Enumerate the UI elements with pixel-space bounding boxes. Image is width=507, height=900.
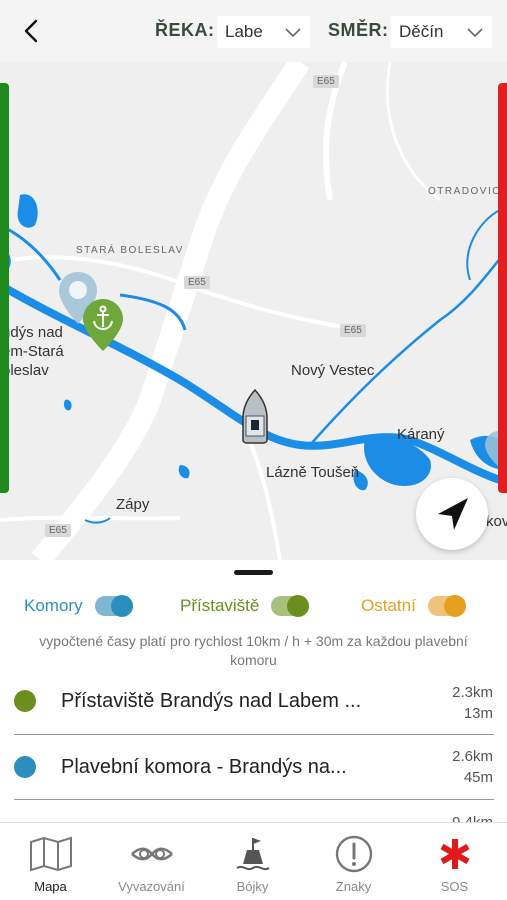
road-badge-e65: E65 bbox=[340, 324, 366, 337]
list-item-meta: 9.4km bbox=[452, 812, 493, 822]
list-item[interactable]: 9.4km bbox=[0, 799, 507, 822]
list-item-time: 13m bbox=[463, 705, 493, 722]
map-label-stara-boleslav: STARÁ BOLESLAV bbox=[76, 245, 184, 256]
filter-row: Komory Přístaviště Ostatní bbox=[0, 595, 507, 622]
river-select[interactable]: Labe bbox=[217, 16, 310, 48]
tab-bojky[interactable]: Bójky bbox=[202, 823, 303, 900]
knot-icon bbox=[130, 847, 173, 861]
back-button[interactable] bbox=[16, 16, 46, 46]
tab-label: Znaky bbox=[335, 879, 372, 894]
map-label-brandys-1: ndýs nad bbox=[2, 324, 63, 341]
sos-asterisk-icon bbox=[440, 839, 469, 869]
list-item-name: Plavební komora - Brandýs na... bbox=[61, 756, 347, 778]
navigation-arrow-icon bbox=[438, 498, 468, 530]
direction-label: SMĚR: bbox=[328, 20, 389, 40]
boat-icon bbox=[242, 388, 268, 444]
anchor-pin-icon[interactable] bbox=[81, 297, 125, 353]
toggle-knob bbox=[287, 595, 310, 617]
tab-sos[interactable]: SOS bbox=[404, 823, 505, 900]
filter-label-pristaviste: Přístaviště bbox=[180, 596, 260, 615]
top-header: ŘEKA: Labe SMĚR: Děčín bbox=[0, 0, 507, 62]
toggle-knob bbox=[443, 595, 466, 617]
river-label: ŘEKA: bbox=[155, 20, 215, 40]
tab-label: Bójky bbox=[236, 879, 269, 894]
toggle-knob bbox=[110, 595, 133, 617]
chevron-down-icon bbox=[285, 28, 301, 38]
map-icon bbox=[29, 836, 72, 872]
filter-label-ostatni: Ostatní bbox=[361, 596, 416, 615]
tab-label: Mapa bbox=[34, 879, 67, 894]
speed-note: vypočtené časy platí pro rychlost 10km /… bbox=[39, 633, 468, 668]
filter-pristaviste[interactable]: Přístaviště bbox=[180, 595, 310, 617]
list-item-distance: 2.6km bbox=[452, 748, 493, 765]
map-label-karany: Káraný bbox=[397, 426, 445, 443]
map-label-novy-vestec: Nový Vestec bbox=[291, 362, 375, 379]
tab-znaky[interactable]: Znaky bbox=[303, 823, 404, 900]
map-label-brandys-2: em-Stará bbox=[2, 343, 64, 360]
toggle-ostatni[interactable] bbox=[427, 595, 466, 617]
pristaviste-dot-icon bbox=[14, 690, 36, 712]
filter-komory[interactable]: Komory bbox=[24, 595, 133, 617]
list-item-name: Přístaviště Brandýs nad Labem ... bbox=[61, 690, 362, 712]
right-bank-indicator bbox=[498, 83, 507, 493]
toggle-pristaviste[interactable] bbox=[271, 595, 310, 617]
chevron-left-icon bbox=[24, 19, 38, 43]
left-bank-indicator bbox=[0, 83, 9, 493]
list-item-distance: 2.3km bbox=[452, 684, 493, 701]
map-label-zapy: Zápy bbox=[116, 496, 150, 513]
map-label-brandys-3: oleslav bbox=[2, 362, 49, 379]
tab-label: Vyvazování bbox=[118, 879, 185, 894]
list-item-time: 45m bbox=[463, 769, 493, 786]
list-item[interactable]: Přístaviště Brandýs nad Labem ... 2.3km … bbox=[0, 670, 507, 734]
road-badge-e65: E65 bbox=[45, 524, 71, 537]
map-label-kov: kov bbox=[486, 513, 507, 530]
tab-label: SOS bbox=[440, 879, 469, 894]
map-label-lazne-tousen: Lázně Toušeň bbox=[266, 464, 360, 481]
tab-mapa[interactable]: Mapa bbox=[0, 823, 101, 900]
sheet-drag-handle[interactable] bbox=[234, 570, 273, 575]
filter-ostatni[interactable]: Ostatní bbox=[361, 595, 466, 617]
alert-circle-icon bbox=[335, 835, 372, 873]
road-badge-e65: E65 bbox=[313, 75, 339, 88]
chevron-down-icon bbox=[467, 28, 483, 38]
direction-select[interactable]: Děčín bbox=[391, 16, 492, 48]
list-item-meta: 2.6km 45m bbox=[452, 746, 493, 788]
list-item[interactable]: Plavební komora - Brandýs na... 2.6km 45… bbox=[0, 734, 507, 798]
toggle-komory[interactable] bbox=[94, 595, 133, 617]
river-select-value: Labe bbox=[225, 22, 263, 41]
bottom-sheet: Komory Přístaviště Ostatní vypočtené čas… bbox=[0, 560, 507, 822]
road-badge-e65: E65 bbox=[184, 276, 210, 289]
bottom-tab-bar: Mapa Vyvazování Bójky Znaky SOS bbox=[0, 822, 507, 900]
komora-dot-icon bbox=[14, 756, 36, 778]
direction-select-value: Děčín bbox=[399, 22, 444, 41]
list-item-distance: 9.4km bbox=[452, 812, 493, 822]
filter-label-komory: Komory bbox=[24, 596, 83, 615]
list-item-meta: 2.3km 13m bbox=[452, 682, 493, 724]
recenter-button[interactable] bbox=[416, 478, 488, 550]
buoy-icon bbox=[235, 838, 270, 871]
tab-vyvazovani[interactable]: Vyvazování bbox=[101, 823, 202, 900]
map-label-otradovice: OTRADOVICE bbox=[428, 186, 507, 197]
